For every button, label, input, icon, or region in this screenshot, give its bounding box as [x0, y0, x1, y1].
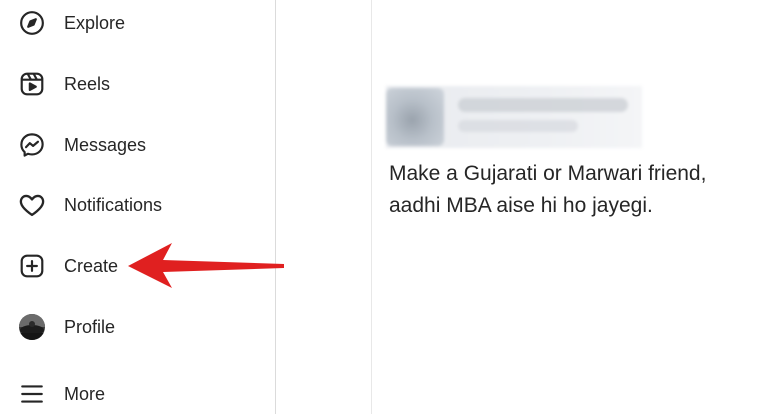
sidebar-item-explore[interactable]: Explore	[0, 0, 275, 46]
sidebar-nav: Explore Reels Messages Notifications Cre…	[0, 0, 276, 414]
sidebar-item-profile[interactable]: Profile	[0, 304, 275, 350]
sidebar-item-label: Notifications	[64, 194, 163, 215]
sidebar-item-label: More	[64, 383, 106, 404]
post-text: Make a Gujarati or Marwari friend, aadhi…	[389, 158, 768, 222]
author-handle-redacted	[458, 120, 578, 132]
post-text-line: Make a Gujarati or Marwari friend,	[389, 162, 707, 185]
sidebar-item-label: Explore	[64, 12, 126, 33]
instagram-page: Explore Reels Messages Notifications Cre…	[0, 0, 768, 414]
sidebar-item-label: Reels	[64, 73, 111, 94]
plus-square-icon	[17, 251, 47, 281]
post-author-blurred	[386, 86, 642, 148]
annotation-arrow-icon	[128, 243, 284, 288]
sidebar-item-notifications[interactable]: Notifications	[0, 182, 275, 228]
profile-avatar	[17, 312, 47, 342]
post-card: Make a Gujarati or Marwari friend, aadhi…	[372, 0, 768, 414]
hamburger-icon	[17, 379, 47, 409]
sidebar-item-messages[interactable]: Messages	[0, 122, 275, 168]
messenger-icon	[17, 130, 47, 160]
post-text-line: aadhi MBA aise hi ho jayegi.	[389, 194, 653, 217]
author-avatar	[386, 88, 444, 146]
sidebar-item-label: Messages	[64, 134, 147, 155]
author-name-redacted	[458, 98, 628, 112]
sidebar-item-reels[interactable]: Reels	[0, 61, 275, 107]
sidebar-item-label: Profile	[64, 316, 116, 337]
reels-icon	[17, 69, 47, 99]
compass-icon	[17, 8, 47, 38]
sidebar-item-label: Create	[64, 255, 119, 276]
heart-icon	[17, 190, 47, 220]
sidebar-item-more[interactable]: More	[0, 371, 275, 414]
